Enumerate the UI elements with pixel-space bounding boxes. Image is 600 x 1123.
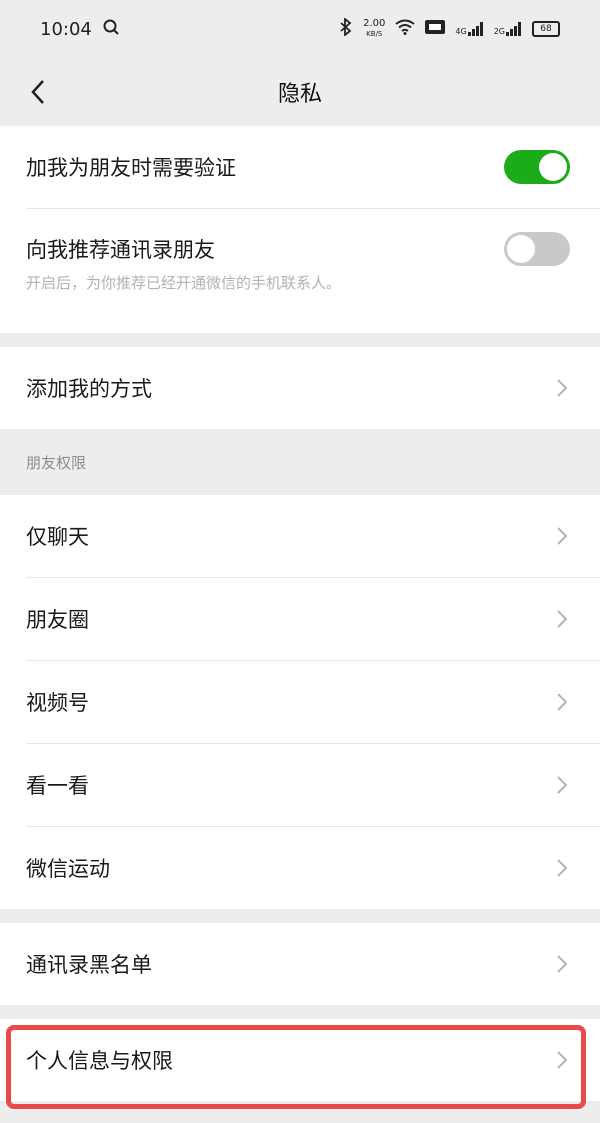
status-bar: 10:04 2.00 KB/S 4G 2G 68 xyxy=(0,0,600,58)
page-title: 隐私 xyxy=(277,82,322,107)
chevron-right-icon xyxy=(554,607,570,631)
back-button[interactable] xyxy=(18,72,58,112)
chevron-right-icon xyxy=(554,773,570,797)
personal-info-row[interactable]: 个人信息与权限 xyxy=(0,1019,600,1101)
search-notification-icon xyxy=(102,18,120,41)
signal-icon-2: 2G xyxy=(494,22,522,36)
battery-icon: 68 xyxy=(532,21,560,37)
permission-item-chat-only[interactable]: 仅聊天 xyxy=(0,495,600,577)
network-speed-unit: KB/S xyxy=(366,30,383,38)
battery-level: 68 xyxy=(540,24,552,34)
chevron-right-icon xyxy=(554,1048,570,1072)
permission-item-werun[interactable]: 微信运动 xyxy=(0,827,600,909)
recommend-contacts-row: 向我推荐通讯录朋友 xyxy=(0,209,600,289)
add-methods-group: 添加我的方式 xyxy=(0,347,600,429)
permission-item-top-stories[interactable]: 看一看 xyxy=(0,744,600,826)
permission-item-channels[interactable]: 视频号 xyxy=(0,661,600,743)
wifi-icon xyxy=(395,19,416,39)
add-methods-label: 添加我的方式 xyxy=(26,377,152,401)
permission-item-moments[interactable]: 朋友圈 xyxy=(0,578,600,660)
permission-item-label: 视频号 xyxy=(26,691,89,715)
chevron-right-icon xyxy=(554,690,570,714)
add-methods-row[interactable]: 添加我的方式 xyxy=(0,347,600,429)
hd-icon xyxy=(425,20,446,38)
chevron-right-icon xyxy=(554,856,570,880)
chevron-right-icon xyxy=(554,376,570,400)
permission-item-label: 看一看 xyxy=(26,774,89,798)
friend-permissions-group: 仅聊天 朋友圈 视频号 看一看 微信运动 xyxy=(0,495,600,909)
toggle-knob xyxy=(539,153,567,181)
signal-1-label: 4G xyxy=(455,27,467,36)
signal-icon-1: 4G xyxy=(455,22,483,36)
permission-item-label: 仅聊天 xyxy=(26,525,89,549)
network-speed-value: 2.00 xyxy=(363,18,386,29)
permission-item-label: 朋友圈 xyxy=(26,608,89,632)
require-verification-toggle[interactable] xyxy=(504,150,570,184)
signal-2-label: 2G xyxy=(493,27,505,36)
require-verification-row: 加我为朋友时需要验证 xyxy=(0,126,600,208)
personal-info-label: 个人信息与权限 xyxy=(26,1049,173,1073)
recommend-contacts-label: 向我推荐通讯录朋友 xyxy=(26,238,215,262)
chevron-right-icon xyxy=(554,952,570,976)
verification-group: 加我为朋友时需要验证 向我推荐通讯录朋友 开启后，为你推荐已经开通微信的手机联系… xyxy=(0,126,600,333)
recommend-contacts-toggle[interactable] xyxy=(504,232,570,266)
blacklist-group: 通讯录黑名单 xyxy=(0,923,600,1005)
friend-permissions-header: 朋友权限 xyxy=(26,453,87,472)
require-verification-label: 加我为朋友时需要验证 xyxy=(26,156,236,180)
blacklist-row[interactable]: 通讯录黑名单 xyxy=(0,923,600,1005)
chevron-right-icon xyxy=(554,524,570,548)
chevron-left-icon xyxy=(31,80,44,104)
toggle-knob xyxy=(507,235,535,263)
network-speed: 2.00 KB/S xyxy=(363,19,385,39)
personal-info-group: 个人信息与权限 xyxy=(0,1019,600,1101)
bluetooth-icon xyxy=(339,17,353,40)
status-time: 10:04 xyxy=(40,18,92,40)
permission-item-label: 微信运动 xyxy=(26,857,110,881)
blacklist-label: 通讯录黑名单 xyxy=(26,953,152,977)
nav-bar: 隐私 xyxy=(0,58,600,126)
